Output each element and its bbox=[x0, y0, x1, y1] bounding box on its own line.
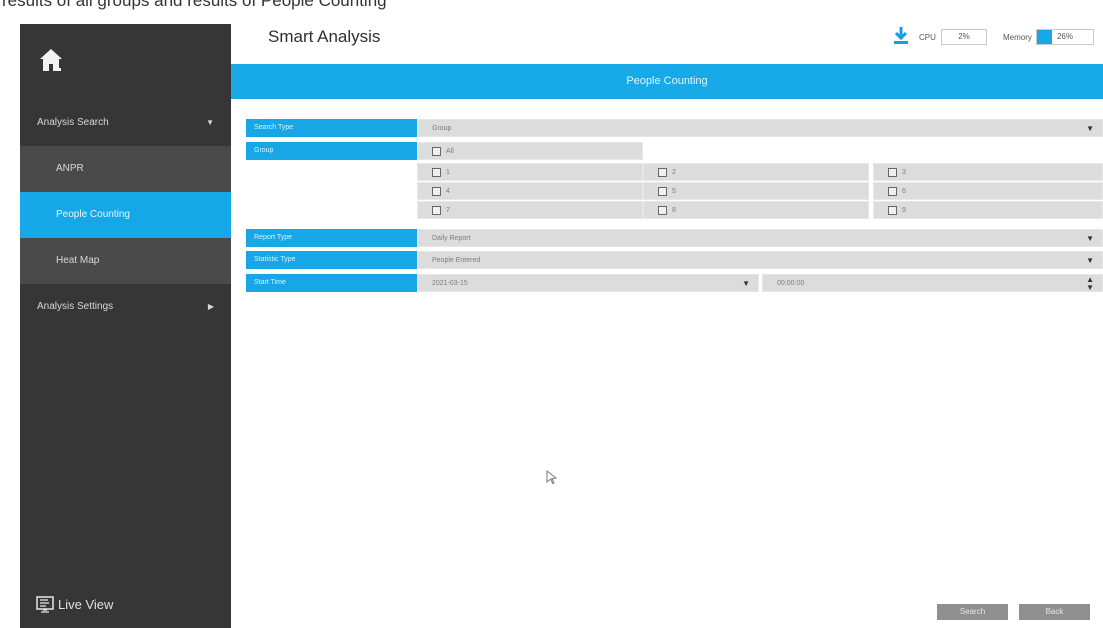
group-2-checkbox[interactable]: 2 bbox=[643, 163, 869, 181]
checkbox-icon bbox=[888, 187, 897, 196]
cpu-value-box: 2% bbox=[941, 29, 987, 45]
main-panel: Smart Analysis CPU 2% Memory 26% People … bbox=[231, 24, 1103, 628]
dropdown-arrow-icon: ▼ bbox=[1086, 234, 1094, 243]
group-3-checkbox[interactable]: 3 bbox=[873, 163, 1103, 181]
group-5-checkbox[interactable]: 5 bbox=[643, 182, 869, 200]
checkbox-label: 2 bbox=[672, 169, 676, 176]
checkbox-icon bbox=[432, 187, 441, 196]
dropdown-arrow-icon: ▼ bbox=[1086, 256, 1094, 265]
dropdown-arrow-icon: ▼ bbox=[742, 279, 750, 288]
live-view-label: Live View bbox=[58, 597, 114, 612]
home-button[interactable] bbox=[20, 24, 231, 100]
people-counting-banner: People Counting bbox=[231, 64, 1103, 99]
cpu-label: CPU bbox=[919, 33, 936, 42]
group-7-checkbox[interactable]: 7 bbox=[417, 201, 643, 219]
start-time-label: Start Time bbox=[246, 274, 417, 292]
sidebar-item-people-counting[interactable]: People Counting bbox=[20, 192, 231, 238]
checkbox-label: 3 bbox=[902, 169, 906, 176]
home-icon bbox=[40, 49, 62, 71]
sidebar-item-label: Analysis Search bbox=[37, 117, 109, 128]
sidebar-item-heat-map[interactable]: Heat Map bbox=[20, 238, 231, 284]
sidebar: Analysis Search ▼ ANPR People Counting H… bbox=[20, 24, 231, 628]
smart-analysis-window: Analysis Search ▼ ANPR People Counting H… bbox=[0, 24, 1103, 628]
checkbox-icon bbox=[432, 168, 441, 177]
checkbox-icon bbox=[888, 206, 897, 215]
checkbox-label: 9 bbox=[902, 207, 906, 214]
statistic-type-label: Statistic Type bbox=[246, 251, 417, 269]
group-8-checkbox[interactable]: 8 bbox=[643, 201, 869, 219]
search-type-select[interactable]: Group ▼ bbox=[417, 119, 1103, 137]
group-4-checkbox[interactable]: 4 bbox=[417, 182, 643, 200]
memory-value: 26% bbox=[1056, 32, 1073, 41]
back-button[interactable]: Back bbox=[1019, 604, 1090, 620]
spinner-arrows-icon[interactable]: ▲ ▼ bbox=[1086, 276, 1094, 292]
expand-arrow-icon: ▼ bbox=[206, 118, 214, 127]
start-date-select[interactable]: 2021-03-15 ▼ bbox=[417, 274, 759, 292]
caption-fragment: results of all groups and results of Peo… bbox=[2, 0, 387, 10]
checkbox-label: 6 bbox=[902, 188, 906, 195]
group-9-checkbox[interactable]: 9 bbox=[873, 201, 1103, 219]
checkbox-icon bbox=[658, 168, 667, 177]
checkbox-label: 5 bbox=[672, 188, 676, 195]
group-6-checkbox[interactable]: 6 bbox=[873, 182, 1103, 200]
checkbox-label: 4 bbox=[446, 188, 450, 195]
sidebar-item-label: People Counting bbox=[56, 209, 130, 220]
sidebar-item-anpr[interactable]: ANPR bbox=[20, 146, 231, 192]
sidebar-item-analysis-search[interactable]: Analysis Search ▼ bbox=[20, 100, 231, 146]
mouse-cursor-icon bbox=[546, 470, 558, 484]
search-type-value: Group bbox=[432, 125, 452, 132]
checkbox-label: 8 bbox=[672, 207, 676, 214]
group-1-checkbox[interactable]: 1 bbox=[417, 163, 643, 181]
sidebar-item-label: ANPR bbox=[56, 163, 84, 174]
sidebar-item-label: Analysis Settings bbox=[37, 301, 114, 312]
download-icon[interactable] bbox=[891, 26, 911, 46]
search-type-label: Search Type bbox=[246, 119, 417, 137]
checkbox-icon bbox=[658, 187, 667, 196]
start-time-value: 00:00:00 bbox=[777, 280, 805, 287]
group-label: Group bbox=[246, 142, 417, 160]
checkbox-icon bbox=[432, 206, 441, 215]
report-type-label: Report Type bbox=[246, 229, 417, 247]
report-type-value: Daily Report bbox=[432, 235, 471, 242]
action-buttons: Search Back bbox=[937, 604, 1090, 620]
report-type-select[interactable]: Daily Report ▼ bbox=[417, 229, 1103, 247]
checkbox-label: 7 bbox=[446, 207, 450, 214]
dropdown-arrow-icon: ▼ bbox=[1086, 124, 1094, 133]
sidebar-item-analysis-settings[interactable]: Analysis Settings ▶ bbox=[20, 284, 231, 330]
memory-usage-bar: 26% bbox=[1036, 29, 1094, 45]
expand-arrow-icon: ▶ bbox=[207, 302, 214, 311]
monitor-icon bbox=[36, 596, 54, 613]
checkbox-label: 1 bbox=[446, 169, 450, 176]
checkbox-icon bbox=[888, 168, 897, 177]
start-date-value: 2021-03-15 bbox=[432, 280, 468, 287]
checkbox-label: All bbox=[446, 148, 454, 155]
live-view-button[interactable]: Live View bbox=[36, 594, 156, 616]
memory-label: Memory bbox=[1003, 33, 1032, 42]
page-title: Smart Analysis bbox=[268, 27, 381, 46]
search-button[interactable]: Search bbox=[937, 604, 1008, 620]
group-all-checkbox[interactable]: All bbox=[417, 142, 643, 160]
resource-monitor: CPU 2% Memory 26% bbox=[891, 26, 1101, 48]
checkbox-icon bbox=[658, 206, 667, 215]
start-time-spinner[interactable]: 00:00:00 ▲ ▼ bbox=[762, 274, 1103, 292]
sidebar-item-label: Heat Map bbox=[56, 255, 100, 266]
checkbox-icon bbox=[432, 147, 441, 156]
statistic-type-value: People Entered bbox=[432, 257, 481, 264]
statistic-type-select[interactable]: People Entered ▼ bbox=[417, 251, 1103, 269]
cpu-value: 2% bbox=[958, 32, 970, 41]
